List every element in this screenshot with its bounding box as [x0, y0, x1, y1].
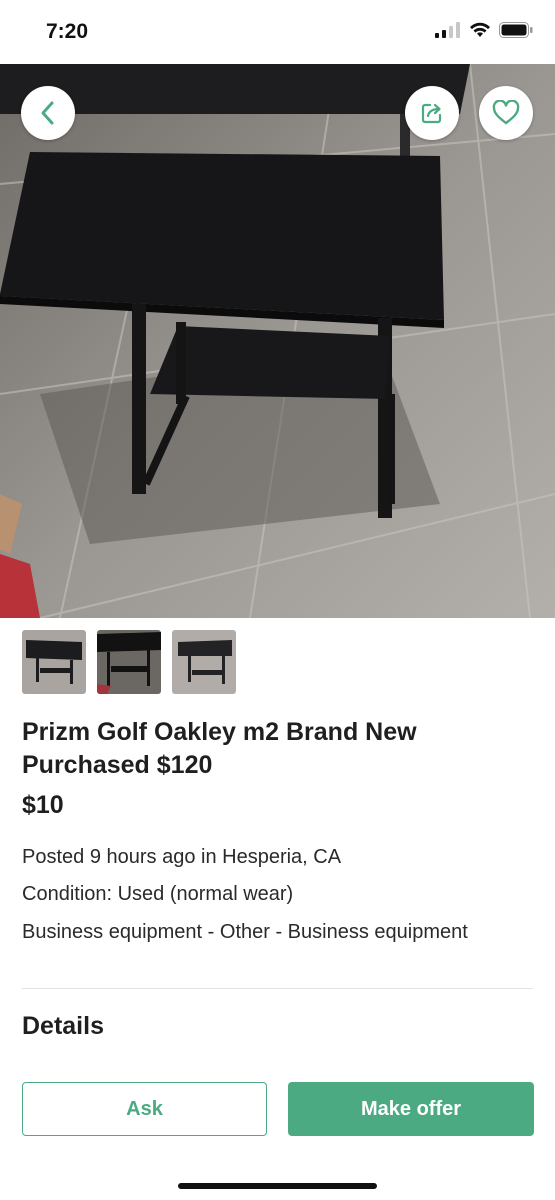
signal-icon: [435, 22, 460, 38]
thumbnail-1[interactable]: [22, 630, 86, 694]
thumbnail-1-image: [22, 630, 86, 694]
heart-icon: [492, 100, 520, 125]
status-icons: [435, 22, 533, 38]
chevron-left-icon: [41, 101, 54, 125]
posted-info: Posted 9 hours ago in Hesperia, CA: [22, 846, 342, 868]
wifi-icon: [470, 22, 490, 37]
thumbnail-2[interactable]: [97, 630, 161, 694]
share-button[interactable]: [405, 86, 459, 140]
desk-photo: [0, 64, 555, 618]
favorite-button[interactable]: [479, 86, 533, 140]
thumbnail-3[interactable]: [172, 630, 236, 694]
back-button[interactable]: [21, 86, 75, 140]
category-info: Business equipment - Other - Business eq…: [22, 921, 468, 943]
condition-info: Condition: Used (normal wear): [22, 883, 294, 905]
thumbnail-3-image: [172, 630, 236, 694]
listing-title: Prizm Golf Oakley m2 Brand New Purchased…: [22, 718, 417, 779]
ask-button[interactable]: Ask: [22, 1082, 267, 1136]
battery-icon: [499, 22, 533, 38]
share-icon: [421, 103, 442, 124]
make-offer-button[interactable]: Make offer: [288, 1082, 534, 1136]
details-heading: Details: [22, 1012, 104, 1040]
listing-photo[interactable]: [0, 64, 555, 618]
status-time: 7:20: [46, 20, 89, 43]
listing-price: $10: [22, 791, 64, 819]
section-divider: [22, 988, 533, 989]
home-indicator[interactable]: [178, 1183, 377, 1189]
thumbnail-2-image: [97, 630, 161, 694]
status-bar: 7:20: [0, 0, 555, 64]
photo-thumbnails: [22, 630, 236, 694]
